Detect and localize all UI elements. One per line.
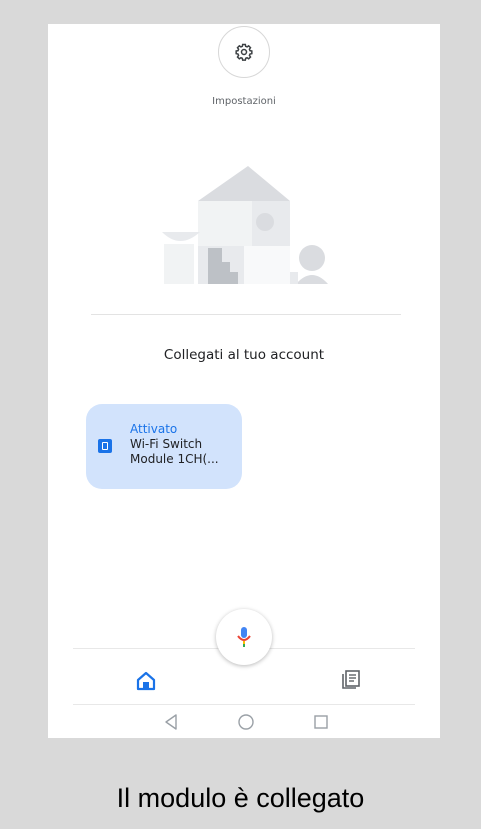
feed-icon[interactable]: [340, 668, 362, 690]
account-title: Collegati al tuo account: [163, 347, 325, 363]
recents-icon[interactable]: [313, 712, 329, 732]
gear-icon: [235, 43, 253, 61]
settings-button[interactable]: [218, 26, 270, 78]
phone-screen: Impostazioni Collegati al tuo account At…: [48, 24, 440, 738]
system-nav-divider: [73, 704, 415, 705]
home-illustration: [162, 166, 328, 284]
back-icon[interactable]: [163, 712, 179, 732]
mic-button[interactable]: [216, 609, 272, 665]
device-status: Attivato: [130, 422, 178, 436]
device-name: Wi-Fi Switch Module 1CH(...: [130, 437, 219, 466]
caption: Il modulo è collegato: [116, 783, 365, 813]
device-card[interactable]: Attivato Wi-Fi Switch Module 1CH(...: [86, 404, 242, 489]
settings-label: Impostazioni: [212, 96, 276, 107]
home-circle-icon[interactable]: [237, 712, 255, 732]
section-divider: [91, 314, 401, 315]
switch-icon: [98, 439, 112, 453]
home-icon[interactable]: [135, 670, 157, 692]
mic-icon: [237, 627, 251, 647]
